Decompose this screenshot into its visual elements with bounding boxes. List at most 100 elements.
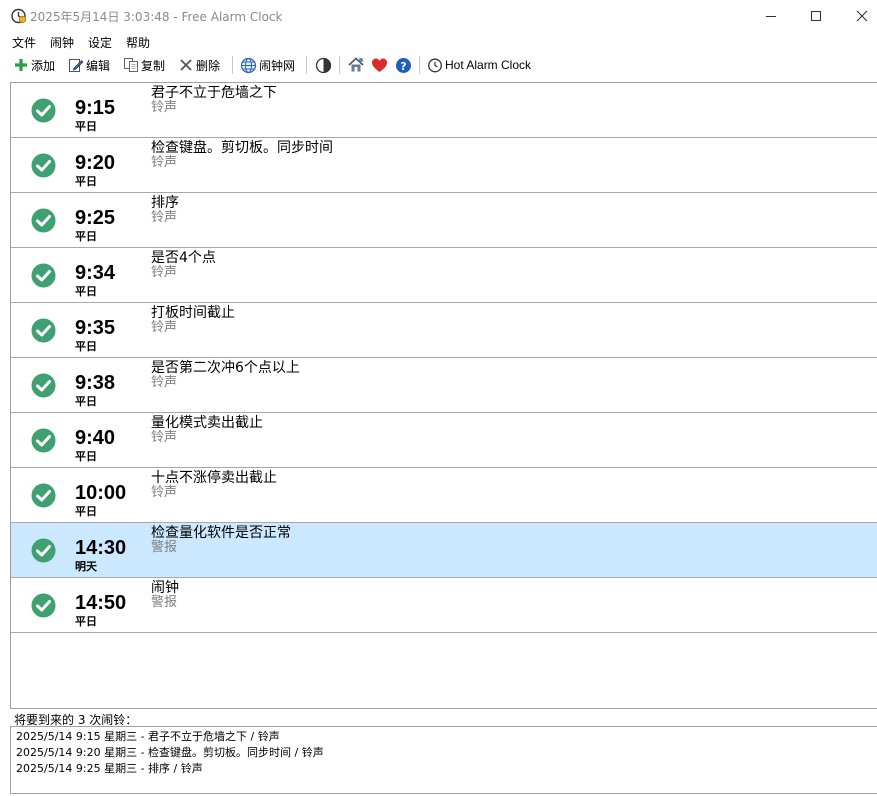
alarm-sound: 铃声: [151, 485, 178, 500]
upcoming-alarm-line: 2025/5/14 9:15 星期三 - 君子不立于危墙之下 / 铃声: [16, 730, 280, 743]
hot-alarm-clock-label: Hot Alarm Clock: [445, 58, 532, 72]
alarm-time: 9:15: [75, 97, 116, 119]
favorite-button[interactable]: [371, 55, 390, 75]
alarm-clock-app-icon: [11, 8, 27, 24]
check-circle-icon[interactable]: [31, 483, 56, 508]
menu-file[interactable]: 文件: [12, 34, 36, 51]
title-bar: 2025年5月14日 3:03:48 - Free Alarm Clock: [0, 0, 877, 31]
copy-button[interactable]: 复制: [123, 55, 165, 75]
toolbar-separator: [339, 56, 340, 74]
clock-icon: [428, 58, 442, 73]
help-button[interactable]: ?: [395, 55, 414, 75]
alarm-repeat: 平日: [75, 395, 97, 408]
menu-bar: 文件 闹钟 设定 帮助: [0, 31, 877, 51]
toolbar-separator: [419, 56, 420, 74]
alarm-sound: 铃声: [151, 375, 178, 390]
alarm-repeat: 平日: [75, 230, 97, 243]
alarm-sound: 警报: [151, 540, 178, 555]
add-button[interactable]: 添加: [13, 55, 55, 75]
check-circle-icon[interactable]: [31, 318, 56, 343]
alarm-row[interactable]: 14:30 明天 检查量化软件是否正常 警报: [11, 523, 877, 578]
alarm-repeat: 平日: [75, 450, 97, 463]
plus-icon: [15, 59, 27, 71]
alarm-sound: 铃声: [151, 210, 178, 225]
close-button[interactable]: [839, 0, 877, 31]
alarm-time: 9:25: [75, 207, 116, 229]
edit-pencil-icon: [69, 59, 84, 72]
alarm-sound: 铃声: [151, 100, 178, 115]
check-circle-icon[interactable]: [31, 263, 56, 288]
alarm-sound: 铃声: [151, 320, 178, 335]
alarm-repeat: 平日: [75, 175, 97, 188]
alarm-repeat: 平日: [75, 615, 97, 628]
alarm-row[interactable]: 9:35 平日 打板时间截止 铃声: [11, 303, 877, 358]
home-button[interactable]: [347, 55, 367, 75]
alarm-row[interactable]: 14:50 平日 闹钟 警报: [11, 578, 877, 633]
alarm-sound: 铃声: [151, 265, 178, 280]
alarm-website-label: 闹钟网: [259, 58, 296, 73]
alarm-list[interactable]: 9:15 平日 君子不立于危墙之下 铃声 9:20 平日 检查键盘。剪切板。同步…: [10, 82, 877, 709]
alarm-label: 检查键盘。剪切板。同步时间: [151, 140, 333, 156]
alarm-time: 9:20: [75, 152, 116, 174]
alarm-row[interactable]: 9:40 平日 量化模式卖出截止 铃声: [11, 413, 877, 468]
alarm-repeat: 平日: [75, 285, 97, 298]
alarm-time: 9:40: [75, 427, 116, 449]
heart-icon: [372, 58, 387, 72]
alarm-time: 9:38: [75, 372, 116, 394]
edit-button-label: 编辑: [86, 58, 111, 73]
maximize-icon: [811, 10, 821, 21]
window-title: 2025年5月14日 3:03:48 - Free Alarm Clock: [30, 10, 283, 24]
alarm-sound: 铃声: [151, 155, 178, 170]
alarm-sound: 警报: [151, 595, 178, 610]
alarm-row[interactable]: 9:38 平日 是否第二次冲6个点以上 铃声: [11, 358, 877, 413]
delete-button-label: 删除: [196, 58, 221, 73]
copy-icon: [124, 58, 138, 72]
home-icon: [348, 57, 364, 72]
alarm-time: 14:30: [75, 537, 127, 559]
svg-text:?: ?: [400, 59, 406, 72]
theme-toggle-button[interactable]: [315, 55, 334, 75]
alarm-repeat: 明天: [75, 560, 97, 573]
minimize-button[interactable]: [748, 0, 794, 31]
check-circle-icon[interactable]: [31, 98, 56, 123]
upcoming-alarm-line: 2025/5/14 9:25 星期三 - 排序 / 铃声: [16, 762, 203, 775]
check-circle-icon[interactable]: [31, 593, 56, 618]
maximize-button[interactable]: [793, 0, 839, 31]
globe-icon: [240, 57, 257, 73]
alarm-row[interactable]: 9:34 平日 是否4个点 铃声: [11, 248, 877, 303]
contrast-icon: [315, 57, 332, 73]
alarm-sound: 铃声: [151, 430, 178, 445]
delete-x-icon: [180, 59, 192, 71]
alarm-row[interactable]: 9:15 平日 君子不立于危墙之下 铃声: [11, 83, 877, 138]
delete-button[interactable]: 删除: [178, 55, 220, 75]
menu-help[interactable]: 帮助: [126, 34, 150, 51]
alarm-time: 9:34: [75, 262, 116, 284]
menu-alarm[interactable]: 闹钟: [50, 34, 74, 51]
alarm-time: 10:00: [75, 482, 127, 504]
alarm-time: 9:35: [75, 317, 116, 339]
help-question-icon: ?: [396, 57, 411, 73]
check-circle-icon[interactable]: [31, 373, 56, 398]
toolbar-separator: [232, 56, 233, 74]
alarm-repeat: 平日: [75, 340, 97, 353]
check-circle-icon[interactable]: [31, 153, 56, 178]
hot-alarm-clock-button[interactable]: Hot Alarm Clock: [427, 55, 531, 75]
alarm-row[interactable]: 10:00 平日 十点不涨停卖出截止 铃声: [11, 468, 877, 523]
alarm-website-button[interactable]: 闹钟网: [240, 55, 295, 75]
alarm-row[interactable]: 9:20 平日 检查键盘。剪切板。同步时间 铃声: [11, 138, 877, 193]
alarm-repeat: 平日: [75, 120, 97, 133]
check-circle-icon[interactable]: [31, 208, 56, 233]
copy-button-label: 复制: [141, 58, 166, 73]
menu-settings[interactable]: 设定: [88, 34, 112, 51]
toolbar: 添加 编辑 复制 删除 闹钟网 ? Hot Alarm Clock: [0, 52, 877, 78]
alarm-row[interactable]: 9:25 平日 排序 铃声: [11, 193, 877, 248]
add-button-label: 添加: [31, 58, 56, 73]
check-circle-icon[interactable]: [31, 428, 56, 453]
close-icon: [856, 10, 868, 21]
alarm-repeat: 平日: [75, 505, 97, 518]
check-circle-icon[interactable]: [31, 538, 56, 563]
alarm-time: 14:50: [75, 592, 127, 614]
minimize-icon: [766, 15, 776, 17]
edit-button[interactable]: 编辑: [68, 55, 110, 75]
toolbar-separator: [306, 56, 307, 74]
